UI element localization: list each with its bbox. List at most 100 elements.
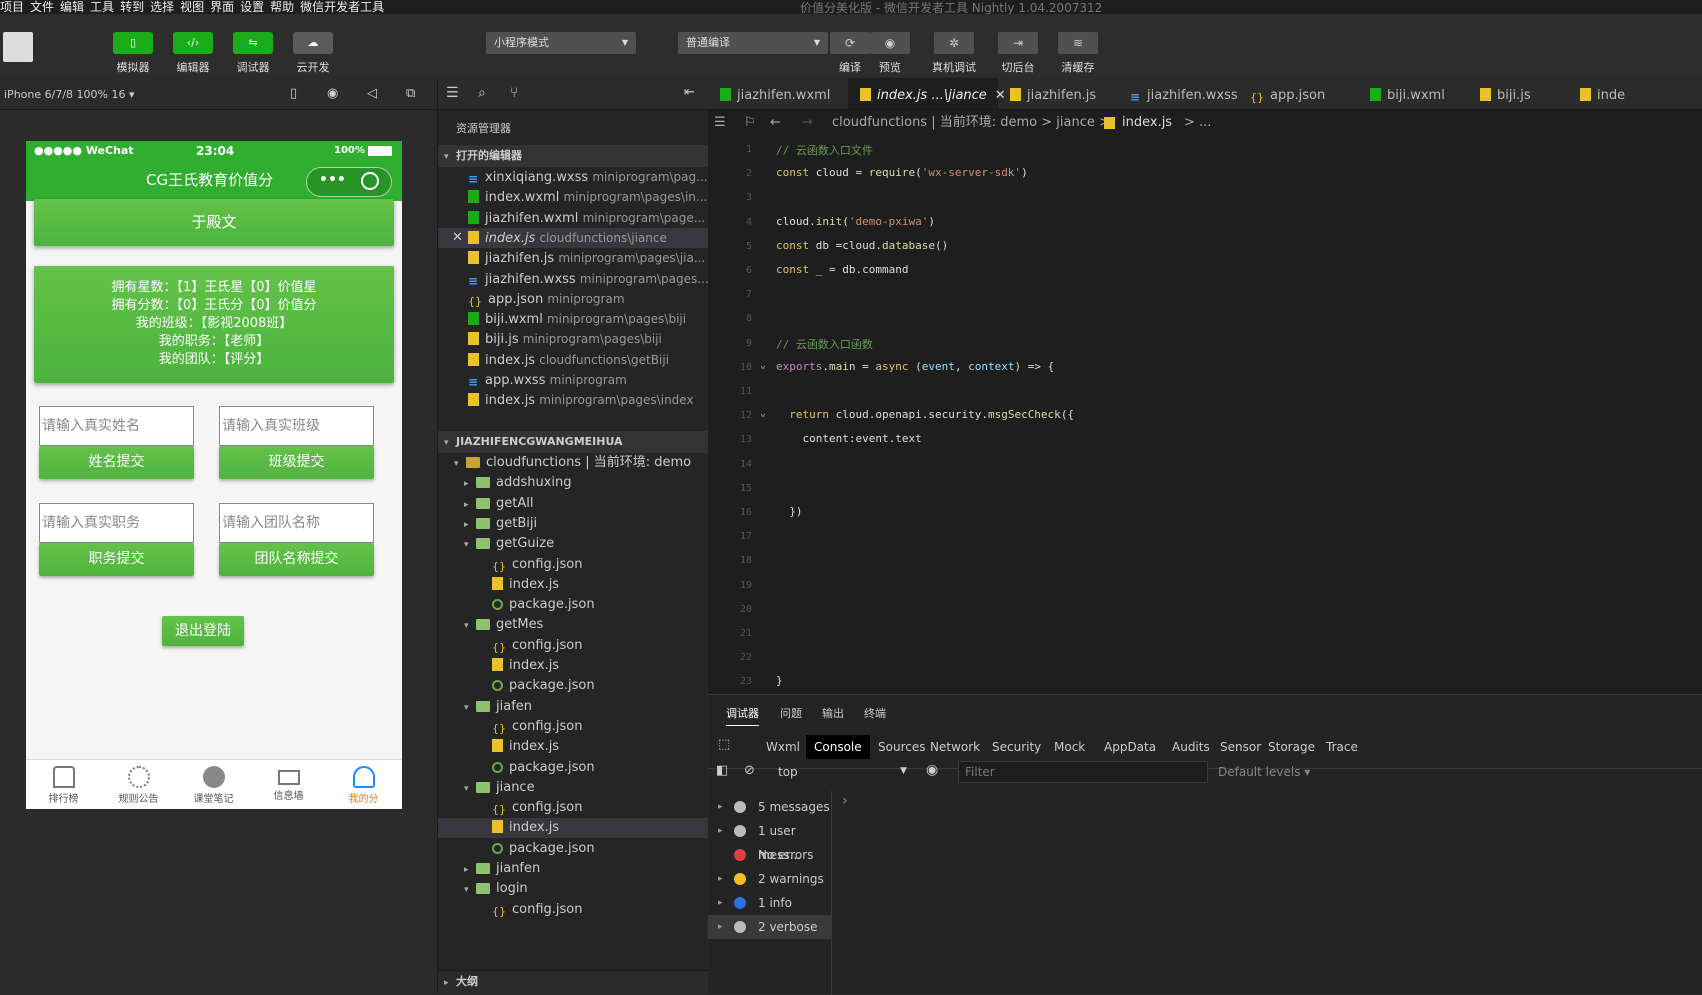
open-editor-item[interactable]: ≡ xinxiqiang.wxss miniprogram\pag... (438, 167, 708, 187)
menu-item[interactable]: 编辑 (60, 1, 84, 14)
list-icon[interactable]: ☰ (446, 85, 459, 101)
search-icon[interactable]: ⌕ (478, 85, 486, 101)
breadcrumb-file[interactable]: index.js (1122, 110, 1172, 136)
tree-item[interactable]: package.json (438, 676, 708, 696)
duty-submit-button[interactable]: 职务提交 (39, 543, 194, 576)
open-editor-item[interactable]: biji.js miniprogram\pages\biji (438, 329, 708, 349)
tree-item[interactable]: ▾ getMes (438, 615, 708, 635)
class-input[interactable]: 请输入真实班级 (219, 406, 374, 446)
tree-item[interactable]: {} config.json (438, 717, 708, 737)
devtools-panel-tab[interactable]: Mock (1046, 735, 1093, 759)
tree-item[interactable]: index.js (438, 656, 708, 676)
name-input[interactable]: 请输入真实姓名 (39, 406, 194, 446)
menu-item[interactable]: 帮助 (270, 1, 294, 14)
logout-button[interactable]: 退出登陆 (162, 616, 244, 646)
tree-item[interactable]: ▾ jiafen (438, 697, 708, 717)
tree-item[interactable]: {} config.json (438, 900, 708, 920)
tree-item[interactable]: package.json (438, 595, 708, 615)
menu-item[interactable]: 选择 (150, 1, 174, 14)
debugger-button[interactable]: ⇋ (233, 32, 273, 54)
open-editor-item[interactable]: index.js cloudfunctions\getBiji (438, 350, 708, 370)
phone-icon[interactable]: ▯ (290, 86, 297, 101)
clear-cache-button[interactable]: ≋ (1058, 32, 1098, 54)
fold-icon[interactable]: ⌄ (760, 408, 766, 419)
levels-select[interactable]: Default levels ▾ (1218, 765, 1310, 779)
tree-item[interactable]: index.js (438, 737, 708, 757)
menu-item[interactable]: 界面 (210, 1, 234, 14)
collapse-icon[interactable]: ⇤ (684, 85, 695, 100)
menu-item[interactable]: 工具 (90, 1, 114, 14)
tab-my-score[interactable]: 我的分 (326, 760, 401, 809)
console-message-group[interactable]: ▸ 1 info (708, 891, 832, 915)
device-select[interactable]: iPhone 6/7/8 100% 16 ▾ (4, 88, 135, 101)
open-editor-item[interactable]: ✕ index.js cloudfunctions\jiance (438, 227, 708, 248)
editor-tab[interactable]: jiazhifen.js (998, 78, 1118, 109)
editor-tab[interactable]: ≡ jiazhifen.wxss (1118, 78, 1238, 109)
devtools-top-tab[interactable]: 调试器 (726, 705, 759, 726)
tree-item[interactable]: ▾ cloudfunctions | 当前环境: demo (438, 453, 708, 473)
tree-item[interactable]: index.js (438, 818, 708, 839)
close-icon[interactable]: ✕ (452, 228, 463, 248)
breadcrumb-more[interactable]: > ... (1184, 110, 1211, 136)
project-section[interactable]: ▾ JIAZHIFENCGWANGMEIHUA (438, 431, 708, 453)
more-icon[interactable]: ••• (319, 172, 346, 188)
devtools-panel-tab[interactable]: Security (984, 735, 1049, 759)
tab-wall[interactable]: 信息墙 (251, 760, 326, 809)
tree-item[interactable]: index.js (438, 575, 708, 595)
tree-item[interactable]: {} config.json (438, 555, 708, 575)
devtools-panel-tab[interactable]: Trace (1318, 735, 1366, 759)
tree-item[interactable]: {} config.json (438, 798, 708, 818)
cloud-button[interactable]: ☁ (293, 32, 333, 54)
editor-tab[interactable]: inde (1568, 78, 1702, 109)
devtools-panel-tab[interactable]: Console (806, 735, 870, 759)
sidebar-toggle-icon[interactable]: ◧ (716, 763, 728, 778)
tree-item[interactable]: ▸ getBiji (438, 514, 708, 534)
team-input[interactable]: 请输入团队名称 (219, 503, 374, 543)
console-message-group[interactable]: ▸ 1 user mess... (708, 819, 832, 862)
volume-icon[interactable]: ◁ (367, 86, 377, 101)
editor-tab[interactable]: {} app.json (1238, 78, 1358, 109)
devtools-top-tab[interactable]: 终端 (864, 705, 886, 721)
inspect-icon[interactable]: ⬚ (718, 737, 730, 752)
tree-item[interactable]: package.json (438, 758, 708, 778)
menu-item[interactable]: 设置 (240, 1, 264, 14)
bookmark-icon[interactable]: ⚐ (744, 110, 756, 136)
real-debug-button[interactable]: ✲ (934, 32, 974, 54)
code-editor[interactable]: 1 // 云函数入口文件 2 const cloud = require('wx-se… (708, 136, 1702, 694)
devtools-panel-tab[interactable]: Wxml (758, 735, 808, 759)
editor-tab[interactable]: biji.js (1468, 78, 1568, 109)
avatar[interactable] (3, 32, 33, 62)
open-editor-item[interactable]: index.js miniprogram\pages\index (438, 390, 708, 410)
tree-item[interactable]: {} config.json (438, 636, 708, 656)
forward-icon[interactable]: → (802, 110, 813, 136)
breadcrumb-path[interactable]: cloudfunctions | 当前环境: demo > jiance > (832, 110, 1110, 136)
editor-tab[interactable]: index.js ...\jiance ✕ (848, 78, 1006, 109)
duty-input[interactable]: 请输入真实职务 (39, 503, 194, 543)
tab-rules[interactable]: 规则公告 (101, 760, 176, 809)
tree-item[interactable]: ▾ getGuize (438, 534, 708, 554)
devtools-panel-tab[interactable]: Network (922, 735, 988, 759)
devtools-panel-tab[interactable]: AppData (1096, 735, 1164, 759)
devtools-top-tab[interactable]: 问题 (780, 705, 802, 721)
branch-icon[interactable]: ⑂ (510, 85, 518, 101)
filter-input[interactable]: Filter (958, 761, 1208, 783)
editor-tab[interactable]: jiazhifen.wxml (708, 78, 848, 109)
tree-item[interactable]: ▾ jiance (438, 778, 708, 798)
team-submit-button[interactable]: 团队名称提交 (219, 543, 374, 576)
name-submit-button[interactable]: 姓名提交 (39, 446, 194, 479)
editor-button[interactable]: ‹/› (173, 32, 213, 54)
simulator-button[interactable]: ▯ (113, 32, 153, 54)
devtools-panel-tab[interactable]: Storage (1260, 735, 1323, 759)
tree-item[interactable]: ▸ addshuxing (438, 473, 708, 493)
tree-item[interactable]: ▸ getAll (438, 494, 708, 514)
menu-item[interactable]: 微信开发者工具 (300, 1, 384, 14)
context-select[interactable]: top (778, 765, 798, 779)
open-editor-item[interactable]: index.wxml miniprogram\pages\in... (438, 187, 708, 207)
console-message-group[interactable]: ▸ 2 warnings (708, 867, 832, 891)
devtools-panel-tab[interactable]: Audits (1164, 735, 1218, 759)
clear-console-icon[interactable]: ⊘ (744, 763, 755, 778)
menu-item[interactable]: 项目 (0, 1, 24, 14)
menu-item[interactable]: 文件 (30, 1, 54, 14)
outline-section[interactable]: ▸ 大纲 (438, 970, 708, 994)
record-icon[interactable]: ◉ (327, 86, 338, 101)
